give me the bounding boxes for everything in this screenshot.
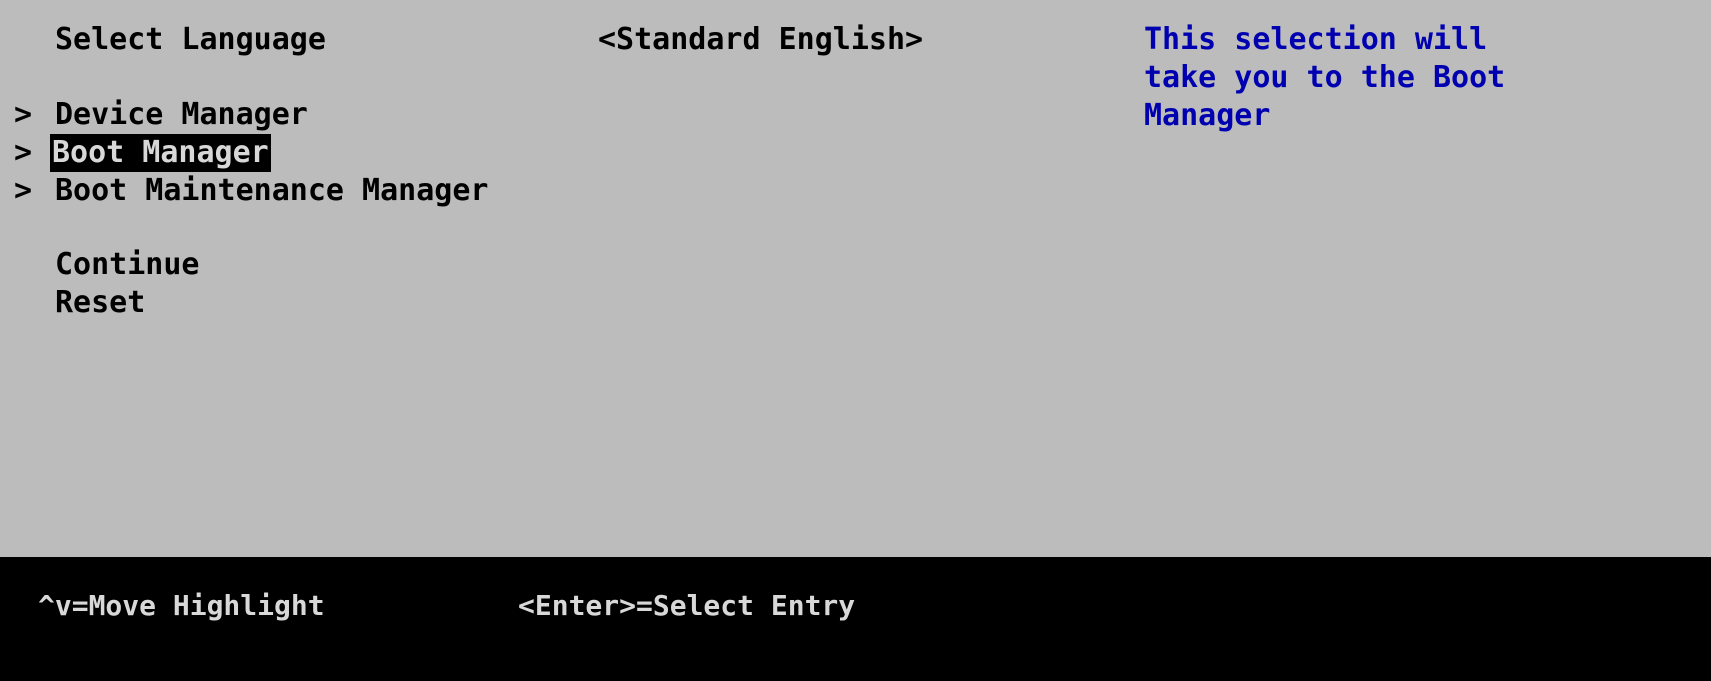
submenu-marker-boot-manager: > (14, 135, 33, 170)
help-text-line-1: This selection will (1144, 22, 1488, 57)
hotkey-select-entry: <Enter>=Select Entry (518, 589, 856, 622)
menu-item-device-manager[interactable]: Device Manager (55, 96, 308, 134)
hotkey-move-highlight: ^v=Move Highlight (38, 589, 325, 622)
help-text-line-3: Manager (1144, 98, 1271, 133)
submenu-marker-device-manager: > (14, 97, 33, 132)
submenu-marker-boot-maintenance-manager: > (14, 173, 33, 208)
menu-item-boot-maintenance-manager[interactable]: Boot Maintenance Manager (55, 172, 488, 210)
help-text-line-2: take you to the Boot (1144, 60, 1506, 95)
menu-item-continue[interactable]: Continue (55, 246, 200, 284)
select-language-value[interactable]: <Standard English> (598, 21, 923, 59)
form-region: Select Language <Standard English> > Dev… (0, 0, 1711, 557)
select-language-label: Select Language (55, 22, 326, 57)
status-bar: ^v=Move Highlight <Enter>=Select Entry (0, 557, 1711, 681)
menu-item-reset[interactable]: Reset (55, 284, 145, 322)
menu-item-boot-manager[interactable]: Boot Manager (50, 134, 271, 172)
uefi-setup-screen: Select Language <Standard English> > Dev… (0, 0, 1711, 681)
